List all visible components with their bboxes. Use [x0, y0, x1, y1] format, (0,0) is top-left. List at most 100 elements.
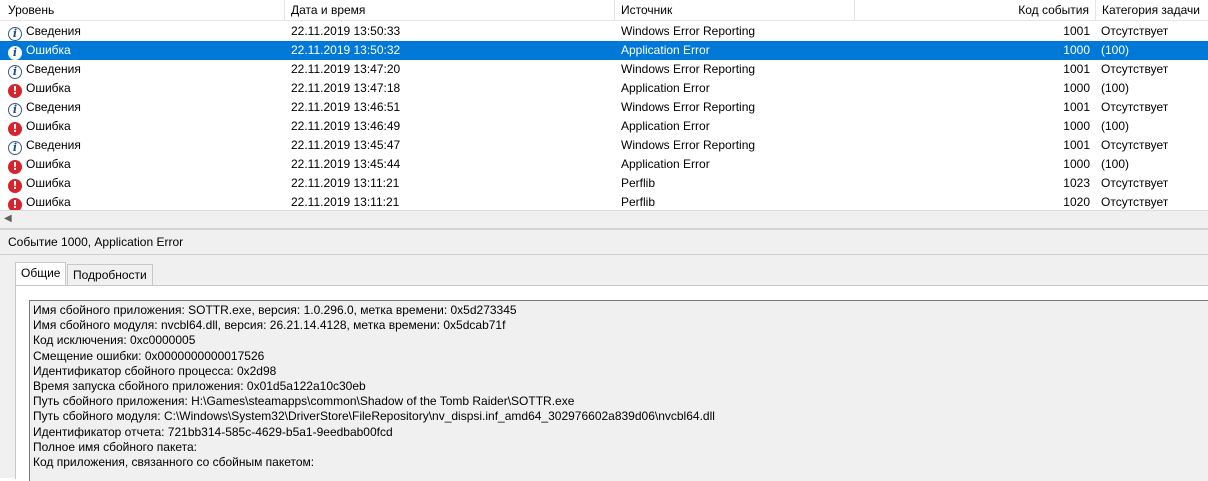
detail-line: Код приложения, связанного со сбойным па…	[33, 455, 315, 469]
level-cell: i Сведения	[8, 98, 278, 117]
category-cell: Отсутствует	[1101, 176, 1169, 190]
event-details-title: Событие 1000, Application Error	[0, 230, 1208, 255]
category-cell: Отсутствует	[1101, 62, 1169, 76]
error-icon: !	[8, 84, 22, 98]
detail-line: Код исключения: 0xc0000005	[33, 333, 196, 348]
table-row[interactable]: ! Ошибка 22.11.2019 13:46:49 Application Er…	[0, 117, 1208, 136]
table-row[interactable]: ! Ошибка 22.11.2019 13:45:44 Application Er…	[0, 155, 1208, 174]
info-icon: i	[8, 103, 22, 117]
table-row[interactable]: i Сведения 22.11.2019 13:46:51 Windows Erro…	[0, 98, 1208, 117]
date-cell: 22.11.2019 13:45:44	[291, 157, 401, 171]
source-cell: Application Error	[621, 157, 710, 171]
event-id-cell: 1001	[1063, 138, 1090, 152]
event-list: Уровень Дата и время Источник Код событи…	[0, 0, 1208, 228]
source-cell: Perflib	[621, 176, 656, 190]
scroll-left-arrow-icon[interactable]: ◀	[4, 213, 12, 224]
level-label: Ошибка	[26, 176, 71, 190]
table-row[interactable]: i Ошибка 22.11.2019 13:50:32 Application Er…	[0, 41, 1208, 60]
source-cell: Windows Error Reporting	[621, 138, 756, 152]
event-id-cell: 1000	[1063, 119, 1090, 133]
event-id-cell: 1000	[1063, 157, 1090, 171]
table-row[interactable]: i Сведения 22.11.2019 13:45:47 Windows Erro…	[0, 136, 1208, 155]
level-cell: i Сведения	[8, 60, 278, 79]
info-icon: i	[8, 46, 22, 60]
category-cell: Отсутствует	[1101, 24, 1169, 38]
detail-line: Смещение ошибки: 0x0000000000017526	[33, 348, 265, 363]
table-row[interactable]: i Сведения 22.11.2019 13:50:33 Windows Erro…	[0, 22, 1208, 41]
tab-content: Имя сбойного приложения: SOTTR.exe, верс…	[15, 285, 1208, 481]
source-cell: Windows Error Reporting	[621, 24, 756, 38]
level-label: Ошибка	[26, 195, 71, 209]
info-icon: i	[8, 65, 22, 79]
date-cell: 22.11.2019 13:47:20	[291, 62, 401, 76]
date-cell: 22.11.2019 13:50:32	[291, 43, 401, 57]
level-label: Ошибка	[26, 119, 71, 133]
detail-line: Имя сбойного модуля: nvcbl64.dll, версия…	[33, 318, 506, 333]
error-icon: !	[8, 122, 22, 136]
event-id-cell: 1000	[1063, 81, 1090, 95]
level-cell: ! Ошибка	[8, 155, 278, 174]
source-cell: Application Error	[621, 81, 710, 95]
event-id-cell: 1023	[1063, 176, 1090, 190]
date-cell: 22.11.2019 13:47:18	[291, 81, 401, 95]
event-id-cell: 1000	[1063, 43, 1090, 57]
event-description-box[interactable]: Имя сбойного приложения: SOTTR.exe, верс…	[29, 300, 1208, 481]
event-id-cell: 1001	[1063, 62, 1090, 76]
detail-line: Время запуска сбойного приложения: 0x01d…	[33, 379, 366, 393]
date-cell: 22.11.2019 13:45:47	[291, 138, 401, 152]
detail-line: Имя сбойного приложения: SOTTR.exe, верс…	[33, 303, 517, 317]
level-label: Сведения	[26, 138, 81, 152]
detail-line: Путь сбойного модуля: C:\Windows\System3…	[33, 409, 715, 424]
category-cell: Отсутствует	[1101, 138, 1169, 152]
info-icon: i	[8, 27, 22, 41]
event-rows: i Сведения 22.11.2019 13:50:33 Windows Erro…	[0, 22, 1208, 212]
source-cell: Application Error	[621, 43, 710, 57]
level-label: Сведения	[26, 24, 81, 38]
tab-details[interactable]: Подробности	[67, 264, 153, 285]
level-cell: i Сведения	[8, 22, 278, 41]
level-label: Сведения	[26, 62, 81, 76]
error-icon: !	[8, 179, 22, 193]
date-cell: 22.11.2019 13:46:51	[291, 100, 401, 114]
table-row[interactable]: ! Ошибка 22.11.2019 13:47:18 Application Er…	[0, 79, 1208, 98]
column-header-level[interactable]: Уровень	[0, 0, 285, 20]
table-row[interactable]: i Сведения 22.11.2019 13:47:20 Windows Erro…	[0, 60, 1208, 79]
level-cell: ! Ошибка	[8, 117, 278, 136]
level-label: Ошибка	[26, 43, 71, 57]
event-details-pane: Событие 1000, Application Error Общие По…	[0, 230, 1208, 481]
horizontal-scrollbar[interactable]: ◀	[0, 210, 1208, 228]
category-cell: (100)	[1101, 119, 1130, 133]
level-cell: ! Ошибка	[8, 174, 278, 193]
category-cell: (100)	[1101, 81, 1130, 95]
category-cell: Отсутствует	[1101, 100, 1169, 114]
table-row[interactable]: ! Ошибка 22.11.2019 13:11:21 Perflib 1023 Отс…	[0, 174, 1208, 193]
event-id-cell: 1001	[1063, 24, 1090, 38]
date-cell: 22.11.2019 13:11:21	[291, 176, 400, 190]
column-header-event-id[interactable]: Код события	[853, 0, 1096, 20]
source-cell: Application Error	[621, 119, 710, 133]
event-list-header: Уровень Дата и время Источник Код событи…	[0, 0, 1208, 21]
detail-line: Идентификатор отчета: 721bb314-585c-4629…	[33, 424, 393, 439]
source-cell: Windows Error Reporting	[621, 100, 756, 114]
level-label: Ошибка	[26, 81, 71, 95]
event-id-cell: 1001	[1063, 100, 1090, 114]
column-header-date[interactable]: Дата и время	[283, 0, 615, 20]
info-icon: i	[8, 141, 22, 155]
date-cell: 22.11.2019 13:46:49	[291, 119, 401, 133]
category-cell: (100)	[1101, 43, 1130, 57]
date-cell: 22.11.2019 13:50:33	[291, 24, 401, 38]
level-label: Ошибка	[26, 157, 71, 171]
error-icon: !	[8, 160, 22, 174]
tab-general[interactable]: Общие	[15, 262, 67, 285]
column-header-source[interactable]: Источник	[613, 0, 855, 20]
column-header-category[interactable]: Категория задачи	[1094, 0, 1208, 20]
level-label: Сведения	[26, 100, 81, 114]
level-cell: ! Ошибка	[8, 79, 278, 98]
level-cell: i Ошибка	[8, 41, 278, 60]
detail-line: Идентификатор сбойного процесса: 0x2d98	[33, 363, 277, 378]
category-cell: (100)	[1101, 157, 1130, 171]
level-cell: i Сведения	[8, 136, 278, 155]
detail-line: Путь сбойного приложения: H:\Games\steam…	[33, 394, 575, 409]
source-cell: Windows Error Reporting	[621, 62, 756, 76]
detail-line: Полное имя сбойного пакета:	[33, 439, 198, 454]
